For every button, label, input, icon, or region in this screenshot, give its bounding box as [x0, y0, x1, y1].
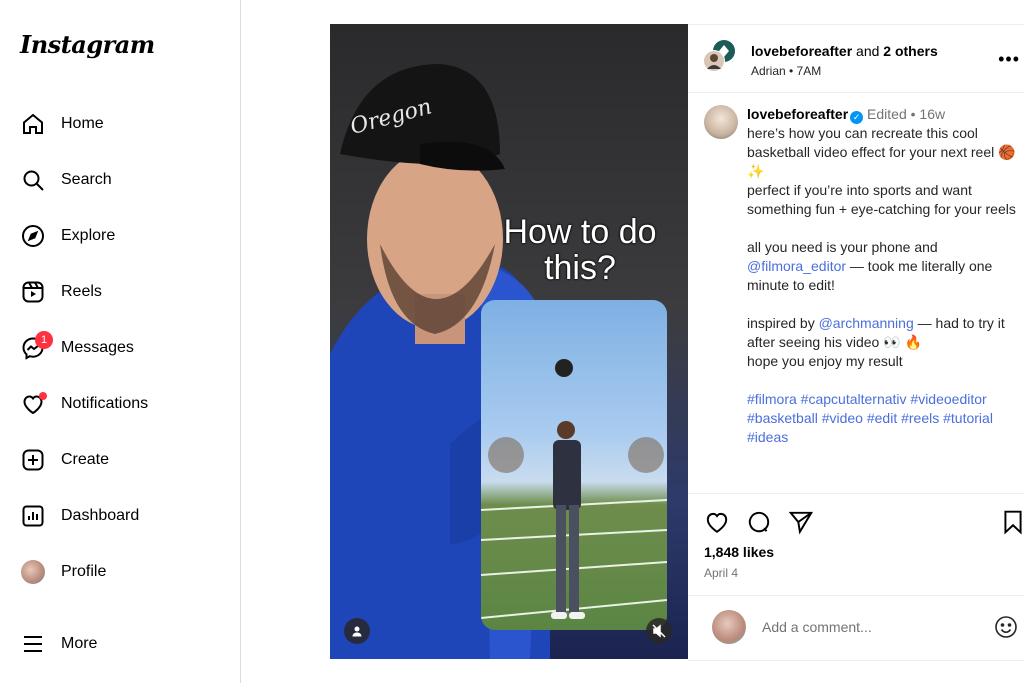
like-icon[interactable]	[704, 509, 730, 535]
avatar	[712, 610, 746, 644]
post-actions	[704, 509, 1024, 537]
nav-notifications[interactable]: Notifications	[20, 386, 148, 422]
caption-hashtags[interactable]: #filmora #capcutalternativ #videoeditor …	[747, 390, 1017, 447]
header-divider	[688, 92, 1024, 93]
bookmark-icon[interactable]	[1000, 509, 1024, 535]
post-header: lovebeforeafter and 2 others Adrian • 7A…	[702, 39, 1024, 89]
post-details-panel: lovebeforeafter and 2 others Adrian • 7A…	[688, 24, 1024, 661]
heart-icon	[20, 391, 47, 417]
caption: lovebeforeafter ✓ Edited • 16w here’s how…	[747, 105, 1017, 447]
comment-row	[712, 610, 1024, 646]
nav-home[interactable]: Home	[20, 106, 104, 142]
avatar	[21, 560, 45, 584]
post-author-and: and	[856, 43, 880, 59]
instagram-logo[interactable]: Instagram	[20, 30, 155, 59]
comment-icon[interactable]	[746, 509, 772, 535]
verified-icon: ✓	[850, 111, 864, 124]
nav-notifications-label: Notifications	[61, 395, 149, 412]
mention-archmanning[interactable]: @archmanning	[819, 315, 914, 331]
hamburger-icon	[20, 631, 46, 657]
nav-home-label: Home	[61, 115, 104, 132]
messages-badge: 1	[35, 331, 53, 349]
like-count[interactable]: 1,848 likes	[704, 544, 774, 560]
mute-icon[interactable]	[646, 618, 672, 644]
nav-dashboard-label: Dashboard	[61, 507, 140, 524]
comment-divider	[688, 595, 1024, 596]
collab-avatar[interactable]	[702, 39, 736, 73]
post-subtitle[interactable]: Adrian • 7AM	[751, 64, 821, 78]
nav-create-label: Create	[61, 451, 110, 468]
nav-reels-label: Reels	[61, 283, 102, 300]
post-author[interactable]: lovebeforeafter	[751, 43, 852, 59]
profile-avatar-wrap	[20, 559, 46, 585]
home-icon	[20, 111, 46, 137]
messenger-icon: 1	[20, 331, 53, 361]
nav-create[interactable]: Create	[20, 442, 109, 478]
caption-line-2: perfect if you’re into sports and want s…	[747, 182, 1016, 217]
caption-line-3-pre: all you need is your phone and	[747, 239, 938, 255]
nav-dashboard[interactable]: Dashboard	[20, 498, 139, 534]
nav-profile[interactable]: Profile	[20, 554, 106, 590]
share-icon[interactable]	[788, 509, 814, 535]
more-options-icon[interactable]: •••	[998, 49, 1020, 70]
post-video[interactable]: Oregon How to do this?	[330, 24, 688, 659]
search-icon	[20, 167, 46, 193]
post-date: April 4	[704, 566, 739, 580]
post-collaborators[interactable]: 2 others	[883, 43, 937, 59]
inset-video	[481, 300, 667, 630]
mention-filmora[interactable]: @filmora_editor	[747, 258, 846, 274]
nav-explore[interactable]: Explore	[20, 218, 115, 254]
reels-icon	[20, 279, 46, 305]
video-overlay-text: How to do this?	[503, 213, 657, 287]
caption-avatar[interactable]	[704, 105, 738, 139]
nav-explore-label: Explore	[61, 227, 116, 244]
post-author-line: lovebeforeafter and 2 others	[751, 43, 938, 59]
plus-square-icon	[20, 447, 46, 473]
nav-search-label: Search	[61, 171, 112, 188]
nav-reels[interactable]: Reels	[20, 274, 102, 310]
nav-messages[interactable]: 1 Messages	[20, 330, 134, 366]
comment-input[interactable]	[760, 618, 974, 636]
nav-profile-label: Profile	[61, 563, 107, 580]
caption-line-1: here’s how you can recreate this cool ba…	[747, 125, 1016, 179]
dashboard-icon	[20, 503, 46, 529]
nav-messages-label: Messages	[61, 339, 134, 356]
nav-more[interactable]: More	[20, 626, 97, 662]
user-tag-icon[interactable]	[344, 618, 370, 644]
emoji-icon[interactable]	[994, 615, 1018, 639]
notification-dot	[39, 392, 47, 400]
compass-icon	[20, 223, 46, 249]
nav-search[interactable]: Search	[20, 162, 112, 198]
caption-meta: Edited • 16w	[867, 106, 946, 122]
caption-line-5: hope you enjoy my result	[747, 353, 903, 369]
caption-line-4-pre: inspired by	[747, 315, 815, 331]
nav-more-label: More	[61, 635, 98, 652]
actions-divider	[688, 493, 1024, 494]
inset-illustration	[481, 359, 667, 619]
sidebar: Instagram Home Search Explore Reels 1 Me…	[0, 0, 241, 683]
caption-author[interactable]: lovebeforeafter	[747, 106, 848, 122]
